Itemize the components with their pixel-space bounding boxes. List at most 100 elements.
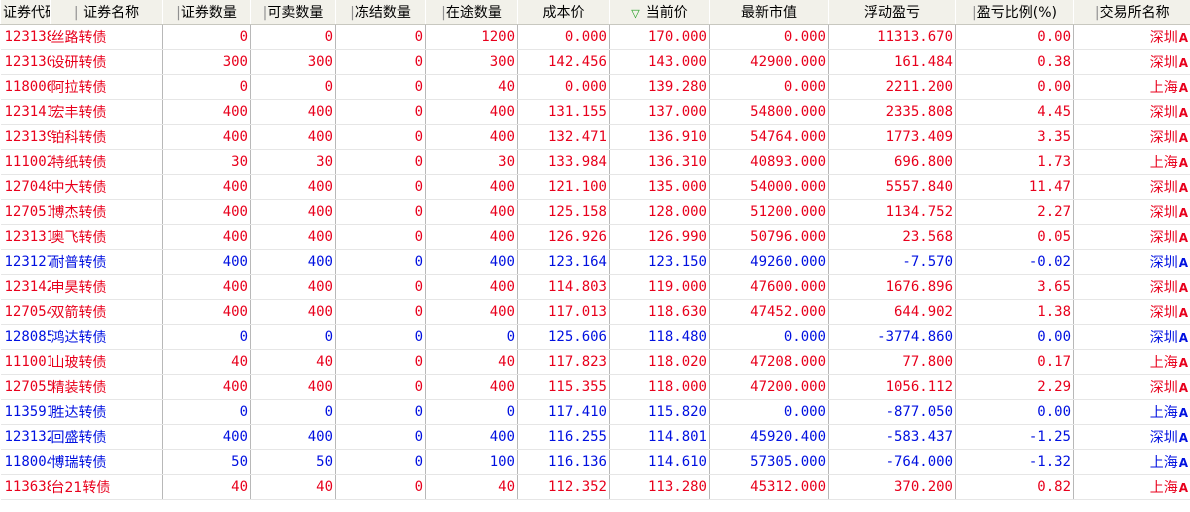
cell-code: 111001 xyxy=(0,349,51,375)
table-row[interactable]: 123139 铂科转债 400 400 0 400 132.471 136.910 54764.… xyxy=(0,124,1190,150)
table-row[interactable]: 123130 设研转债 300 300 0 300 142.456 143.000 42900.… xyxy=(0,49,1190,75)
table-row[interactable]: 128085 鸿达转债 0 0 0 0 125.606 118.480 0.000 -3774.8… xyxy=(0,324,1190,350)
cell-price: 118.480 xyxy=(609,324,710,350)
share-class-a-icon: A xyxy=(1178,131,1188,145)
column-header-avail[interactable]: |可卖数量 xyxy=(250,0,336,25)
cell-avail: 40 xyxy=(250,349,336,375)
cell-qty: 400 xyxy=(162,99,251,125)
cell-transit: 400 xyxy=(425,224,518,250)
cell-qty: 400 xyxy=(162,299,251,325)
cell-pl: 161.484 xyxy=(828,49,956,75)
cell-cost: 125.158 xyxy=(517,199,610,225)
header-row: 证券代码 | 证券名称 |证券数量 |可卖数量 |冻结数量 |在途数量 成本价 … xyxy=(0,0,1190,25)
table-row[interactable]: 123132 回盛转债 400 400 0 400 116.255 114.801 45920.… xyxy=(0,424,1190,450)
cell-exch: 上海A xyxy=(1073,349,1190,375)
column-header-qty[interactable]: |证券数量 xyxy=(162,0,251,25)
column-header-transit[interactable]: |在途数量 xyxy=(425,0,518,25)
cell-qty: 400 xyxy=(162,374,251,400)
cell-cost: 117.410 xyxy=(517,399,610,425)
table-row[interactable]: 123138 丝路转债 0 0 0 1200 0.000 170.000 0.000 11313.… xyxy=(0,24,1190,50)
cell-code: 113638 xyxy=(0,474,51,500)
cell-price: 135.000 xyxy=(609,174,710,200)
cell-code: 127048 xyxy=(0,174,51,200)
column-header-price[interactable]: ▽ 当前价 xyxy=(609,0,710,25)
cell-plpct: 0.05 xyxy=(955,224,1074,250)
table-row[interactable]: 127055 精装转债 400 400 0 400 115.355 118.000 47200.… xyxy=(0,374,1190,400)
cell-transit: 100 xyxy=(425,449,518,475)
cell-code: 123130 xyxy=(0,49,51,75)
cell-avail: 400 xyxy=(250,424,336,450)
cell-exch: 深圳A xyxy=(1073,99,1190,125)
cell-transit: 400 xyxy=(425,174,518,200)
cell-plpct: 0.00 xyxy=(955,24,1074,50)
column-header-exch[interactable]: |交易所名称 xyxy=(1073,0,1190,25)
cell-avail: 400 xyxy=(250,299,336,325)
exchange-label: 上海 xyxy=(1149,405,1178,421)
cell-name: 耐普转债 xyxy=(50,249,163,275)
cell-transit: 400 xyxy=(425,424,518,450)
cell-frozen: 0 xyxy=(335,149,426,175)
cell-frozen: 0 xyxy=(335,99,426,125)
cell-mv: 0.000 xyxy=(709,324,829,350)
cell-cost: 142.456 xyxy=(517,49,610,75)
cell-name: 双箭转债 xyxy=(50,299,163,325)
exchange-label: 深圳 xyxy=(1149,230,1178,246)
cell-cost: 117.013 xyxy=(517,299,610,325)
cell-exch: 深圳A xyxy=(1073,124,1190,150)
table-row[interactable]: 123131 奥飞转债 400 400 0 400 126.926 126.990 50796.… xyxy=(0,224,1190,250)
table-row[interactable]: 111002 特纸转债 30 30 0 30 133.984 136.310 40893.000… xyxy=(0,149,1190,175)
cell-exch: 深圳A xyxy=(1073,24,1190,50)
exchange-label: 深圳 xyxy=(1149,130,1178,146)
share-class-a-icon: A xyxy=(1178,331,1188,345)
share-class-a-icon: A xyxy=(1178,281,1188,295)
table-row[interactable]: 127054 双箭转债 400 400 0 400 117.013 118.630 47452.… xyxy=(0,299,1190,325)
cell-avail: 400 xyxy=(250,124,336,150)
exchange-label: 深圳 xyxy=(1149,105,1178,121)
cell-plpct: -1.25 xyxy=(955,424,1074,450)
cell-pl: 11313.670 xyxy=(828,24,956,50)
cell-exch: 深圳A xyxy=(1073,224,1190,250)
column-header-plpct[interactable]: |盈亏比例(%) xyxy=(955,0,1074,25)
share-class-a-icon: A xyxy=(1178,406,1188,420)
table-row[interactable]: 123142 申昊转债 400 400 0 400 114.803 119.000 47600.… xyxy=(0,274,1190,300)
holdings-table: 证券代码 | 证券名称 |证券数量 |可卖数量 |冻结数量 |在途数量 成本价 … xyxy=(0,0,1190,500)
cell-transit: 400 xyxy=(425,199,518,225)
cell-exch: 深圳A xyxy=(1073,374,1190,400)
cell-transit: 300 xyxy=(425,49,518,75)
cell-exch: 深圳A xyxy=(1073,199,1190,225)
column-header-mv[interactable]: 最新市值 xyxy=(709,0,829,25)
cell-name: 阿拉转债 xyxy=(50,74,163,100)
cell-code: 128085 xyxy=(0,324,51,350)
table-row[interactable]: 123127 耐普转债 400 400 0 400 123.164 123.150 49260.… xyxy=(0,249,1190,275)
table-row[interactable]: 118006 阿拉转债 0 0 0 40 0.000 139.280 0.000 2211.200… xyxy=(0,74,1190,100)
share-class-a-icon: A xyxy=(1178,206,1188,220)
column-header-frozen[interactable]: |冻结数量 xyxy=(335,0,426,25)
column-header-name[interactable]: | 证券名称 xyxy=(50,0,163,25)
cell-name: 中大转债 xyxy=(50,174,163,200)
cell-price: 139.280 xyxy=(609,74,710,100)
table-row[interactable]: 127051 博杰转债 400 400 0 400 125.158 128.000 51200.… xyxy=(0,199,1190,225)
cell-avail: 400 xyxy=(250,174,336,200)
cell-qty: 40 xyxy=(162,349,251,375)
cell-exch: 上海A xyxy=(1073,74,1190,100)
cell-cost: 125.606 xyxy=(517,324,610,350)
exchange-label: 深圳 xyxy=(1149,380,1178,396)
cell-frozen: 0 xyxy=(335,349,426,375)
share-class-a-icon: A xyxy=(1178,231,1188,245)
column-header-pl[interactable]: 浮动盈亏 xyxy=(828,0,956,25)
table-row[interactable]: 123141 宏丰转债 400 400 0 400 131.155 137.000 54800.… xyxy=(0,99,1190,125)
cell-mv: 47452.000 xyxy=(709,299,829,325)
table-row[interactable]: 118004 博瑞转债 50 50 0 100 116.136 114.610 57305.00… xyxy=(0,449,1190,475)
column-header-code[interactable]: 证券代码 xyxy=(0,0,51,25)
column-header-cost[interactable]: 成本价 xyxy=(517,0,610,25)
table-row[interactable]: 113591 胜达转债 0 0 0 0 117.410 115.820 0.000 -877.05… xyxy=(0,399,1190,425)
table-row[interactable]: 127048 中大转债 400 400 0 400 121.100 135.000 54000.… xyxy=(0,174,1190,200)
cell-cost: 0.000 xyxy=(517,74,610,100)
cell-pl: -583.437 xyxy=(828,424,956,450)
table-row[interactable]: 111001 山玻转债 40 40 0 40 117.823 118.020 47208.000… xyxy=(0,349,1190,375)
table-row[interactable]: 113638 台21转债 40 40 0 40 112.352 113.280 45312.00… xyxy=(0,474,1190,500)
cell-mv: 54000.000 xyxy=(709,174,829,200)
share-class-a-icon: A xyxy=(1178,106,1188,120)
cell-price: 128.000 xyxy=(609,199,710,225)
cell-avail: 0 xyxy=(250,74,336,100)
